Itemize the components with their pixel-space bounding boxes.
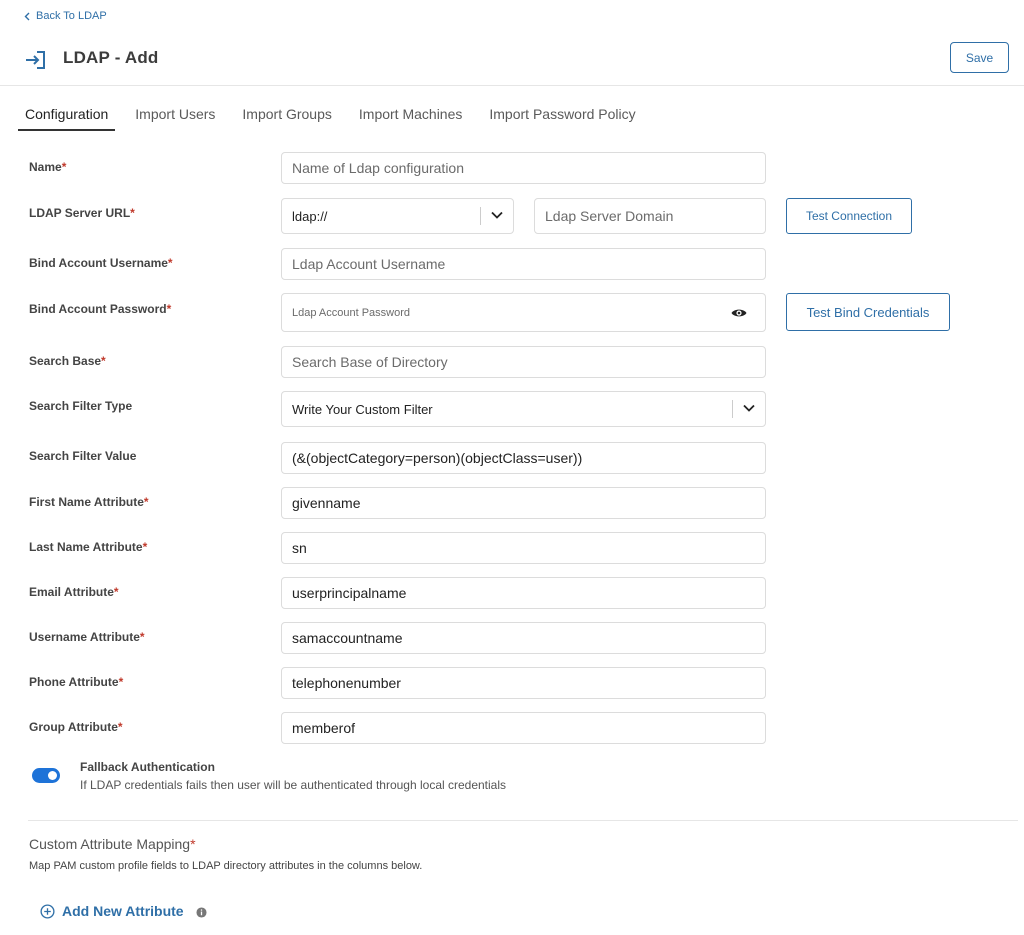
section-divider [28,820,1018,821]
server-domain-input[interactable]: Ldap Server Domain [534,198,766,234]
plus-circle-icon [40,903,55,919]
select-divider [732,400,733,418]
bind-password-placeholder: Ldap Account Password [292,306,411,319]
username-attr-input[interactable]: samaccountname [281,622,766,654]
search-base-label: Search Base* [29,354,106,368]
search-filter-type-select[interactable]: Write Your Custom Filter [281,391,766,427]
username-attr-label: Username Attribute* [29,630,145,644]
search-filter-type-value: Write Your Custom Filter [292,401,433,417]
tab-import-groups[interactable]: Import Groups [235,100,338,131]
login-arrow-icon [26,51,45,69]
fallback-title: Fallback Authentication [80,760,215,774]
bind-password-input[interactable]: Ldap Account Password [281,293,766,332]
first-name-attr-label: First Name Attribute* [29,495,149,509]
tab-import-machines[interactable]: Import Machines [352,100,469,131]
test-bind-credentials-button[interactable]: Test Bind Credentials [786,293,950,331]
server-url-label: LDAP Server URL* [29,206,135,220]
search-filter-value-label: Search Filter Value [29,449,137,463]
page-title: LDAP - Add [63,48,159,67]
info-icon[interactable] [196,907,207,918]
add-new-attribute-label: Add New Attribute [62,903,184,919]
toggle-knob [48,771,57,780]
custom-mapping-title: Custom Attribute Mapping* [29,836,196,852]
bind-password-label: Bind Account Password* [29,302,172,316]
name-input[interactable]: Name of Ldap configuration [281,152,766,184]
name-label: Name* [29,160,67,174]
bind-username-label: Bind Account Username* [29,256,173,270]
chevron-down-icon [491,211,503,219]
tab-import-password-policy[interactable]: Import Password Policy [482,100,642,131]
back-link-label: Back To LDAP [36,10,107,22]
search-filter-value-input[interactable]: (&(objectCategory=person)(objectClass=us… [281,442,766,474]
email-attr-input[interactable]: userprincipalname [281,577,766,609]
last-name-attr-input[interactable]: sn [281,532,766,564]
search-filter-type-label: Search Filter Type [29,399,133,413]
fallback-authentication-toggle[interactable] [32,768,60,783]
phone-attr-label: Phone Attribute* [29,675,124,689]
tab-import-users[interactable]: Import Users [128,100,222,131]
phone-attr-input[interactable]: telephonenumber [281,667,766,699]
bind-username-input[interactable]: Ldap Account Username [281,248,766,280]
fallback-description: If LDAP credentials fails then user will… [80,778,507,792]
email-attr-label: Email Attribute* [29,585,119,599]
save-button[interactable]: Save [950,42,1009,73]
chevron-left-icon [24,12,30,20]
add-new-attribute-button[interactable]: Add New Attribute [40,903,184,919]
group-attr-label: Group Attribute* [29,720,123,734]
protocol-select-value: ldap:// [292,208,328,224]
tab-bar: Configuration Import Users Import Groups… [18,100,656,132]
back-to-ldap-link[interactable]: Back To LDAP [24,10,107,22]
eye-icon[interactable] [731,308,747,318]
protocol-select[interactable]: ldap:// [281,198,514,234]
page-header: LDAP - Add Save [0,36,1024,86]
chevron-down-icon [743,404,755,412]
last-name-attr-label: Last Name Attribute* [29,540,148,554]
custom-mapping-description: Map PAM custom profile fields to LDAP di… [29,860,423,872]
tab-configuration[interactable]: Configuration [18,100,116,131]
first-name-attr-input[interactable]: givenname [281,487,766,519]
group-attr-input[interactable]: memberof [281,712,766,744]
select-divider [480,207,481,225]
test-connection-button[interactable]: Test Connection [786,198,912,234]
search-base-input[interactable]: Search Base of Directory [281,346,766,378]
